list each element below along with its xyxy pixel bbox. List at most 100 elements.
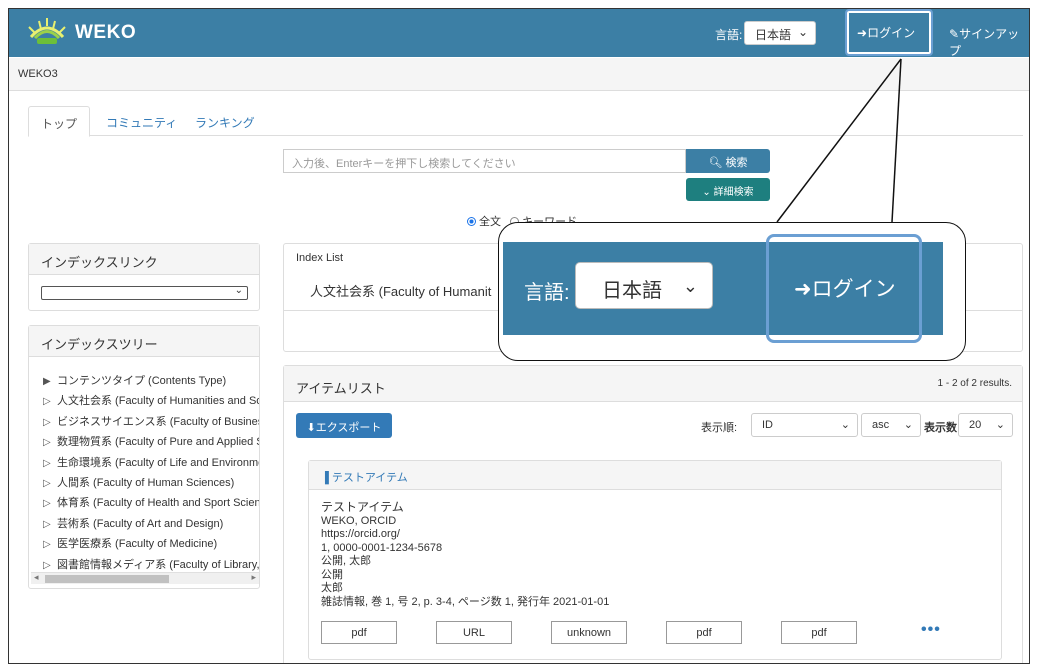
- tree-item[interactable]: ▷ 芸術系 (Faculty of Art and Design): [43, 515, 259, 535]
- file-button-pdf[interactable]: pdf: [781, 621, 857, 644]
- scrollbar-thumb[interactable]: [45, 575, 169, 583]
- zoom-login-label: ➜ログイン: [794, 278, 896, 301]
- tree-item-label: 図書館情報メディア系 (Faculty of Library,: [57, 558, 259, 571]
- tree-item[interactable]: ▷ 医学医療系 (Faculty of Medicine): [43, 535, 259, 555]
- tree-item-label: ビジネスサイエンス系 (Faculty of Busines: [57, 415, 259, 428]
- index-link-panel: インデックスリンク ⌄: [28, 243, 260, 311]
- item-card: ▐ テストアイテム テストアイテム WEKO, ORCID https://or…: [308, 460, 1002, 660]
- chevron-down-icon: ⌄: [840, 419, 850, 431]
- breadcrumb: WEKO3: [9, 58, 1029, 91]
- tree-item[interactable]: ▷ 図書館情報メディア系 (Faculty of Library,: [43, 556, 259, 572]
- chevron-down-icon: ⌄: [797, 25, 808, 39]
- triangle-right-icon[interactable]: ▷: [43, 417, 57, 428]
- item-list-panel: アイテムリスト 1 - 2 of 2 results. ⬇エクスポート 表示順:…: [283, 365, 1023, 663]
- index-link-select[interactable]: ⌄: [41, 285, 248, 300]
- search-button[interactable]: 🔍︎ 検索: [686, 149, 770, 173]
- language-select[interactable]: 日本語 ⌄: [744, 21, 816, 45]
- tree-item-label: 体育系 (Faculty of Health and Sport Scien: [57, 497, 259, 510]
- search-input[interactable]: 入力後、Enterキーを押下し検索してください: [283, 149, 686, 173]
- file-button-pdf[interactable]: pdf: [666, 621, 742, 644]
- download-icon: ⬇: [306, 422, 316, 434]
- login-button[interactable]: ➜ログイン: [857, 24, 915, 41]
- top-header: WEKO 言語: 日本語 ⌄ ➜ログイン ✎サインアップ: [9, 9, 1029, 59]
- triangle-right-icon[interactable]: ▷: [43, 458, 57, 469]
- app-frame: WEKO 言語: 日本語 ⌄ ➜ログイン ✎サインアップ WEKO3 トップ コ…: [8, 8, 1030, 664]
- tab-community[interactable]: コミュニティ: [94, 106, 189, 136]
- triangle-right-icon[interactable]: ▷: [43, 498, 57, 509]
- item-line: 公開: [321, 568, 343, 581]
- tree-item-label: 人文社会系 (Faculty of Humanities and So: [57, 395, 259, 408]
- tree-item[interactable]: ▷ 数理物質系 (Faculty of Pure and Applied S: [43, 433, 259, 453]
- more-icon[interactable]: •••: [921, 621, 941, 639]
- tree-item[interactable]: ▷ ビジネスサイエンス系 (Faculty of Busines: [43, 413, 259, 433]
- main-tabs: トップ コミュニティ ランキング: [28, 106, 1023, 137]
- item-list-title: アイテムリスト: [296, 381, 386, 396]
- tree-item[interactable]: ▶ コンテンツタイプ (Contents Type): [43, 372, 259, 392]
- radio-fulltext[interactable]: [467, 217, 476, 226]
- triangle-right-icon[interactable]: ▷: [43, 560, 57, 571]
- triangle-right-icon[interactable]: ▷: [43, 478, 57, 489]
- file-button-url[interactable]: URL: [436, 621, 512, 644]
- tab-ranking[interactable]: ランキング: [183, 106, 267, 136]
- tree-item-label: 医学医療系 (Faculty of Medicine): [57, 538, 218, 551]
- display-count-label: 表示数: [924, 422, 957, 434]
- triangle-right-icon[interactable]: ▷: [43, 539, 57, 550]
- scroll-left-icon[interactable]: ◂: [34, 572, 39, 583]
- triangle-right-icon[interactable]: ▷: [43, 396, 57, 407]
- tree-item-label: 芸術系 (Faculty of Art and Design): [57, 517, 224, 530]
- chevron-down-icon: ⌄: [682, 276, 698, 296]
- signup-button[interactable]: ✎サインアップ: [949, 25, 1029, 59]
- tree-item[interactable]: ▷ 生命環境系 (Faculty of Life and Environme: [43, 454, 259, 474]
- brand-name[interactable]: WEKO: [75, 22, 136, 44]
- horizontal-scrollbar[interactable]: ◂ ▸: [31, 572, 259, 584]
- tree-item-label: 生命環境系 (Faculty of Life and Environme: [57, 456, 259, 469]
- zoom-language-label: 言語:: [524, 282, 570, 304]
- file-button-pdf[interactable]: pdf: [321, 621, 397, 644]
- scroll-right-icon[interactable]: ▸: [251, 572, 256, 583]
- index-tree: ▶ コンテンツタイプ (Contents Type) ▷ 人文社会系 (Faculty…: [43, 372, 259, 572]
- sort-field-select[interactable]: ID ⌄: [751, 413, 858, 437]
- weko-logo-icon[interactable]: [27, 17, 67, 47]
- index-tree-title: インデックスツリー: [29, 326, 259, 357]
- item-list-header: [284, 366, 1022, 402]
- sort-label: 表示順:: [701, 422, 738, 434]
- item-card-title[interactable]: ▐ テストアイテム: [309, 461, 1001, 490]
- results-count: 1 - 2 of 2 results.: [937, 378, 1012, 389]
- zoom-callout: 言語: 日本語 ⌄ ➜ログイン: [498, 222, 966, 361]
- display-count-select[interactable]: 20 ⌄: [958, 413, 1013, 437]
- item-card-body: テストアイテム WEKO, ORCID https://orcid.org/ 1…: [321, 500, 610, 609]
- login-icon: ➜: [794, 278, 812, 301]
- triangle-right-filled-icon[interactable]: ▶: [43, 376, 57, 387]
- file-button-unknown[interactable]: unknown: [551, 621, 627, 644]
- item-line: WEKO, ORCID: [321, 514, 397, 527]
- tree-item-label: コンテンツタイプ (Contents Type): [57, 375, 227, 387]
- item-line: 太郎: [321, 582, 343, 594]
- zoom-language-select: 日本語 ⌄: [575, 262, 713, 309]
- tab-top[interactable]: トップ: [28, 106, 91, 137]
- breadcrumb-item[interactable]: WEKO3: [18, 68, 58, 80]
- tree-item[interactable]: ▷ 人文社会系 (Faculty of Humanities and So: [43, 392, 259, 412]
- chevron-down-icon: ⌄: [234, 285, 243, 296]
- sort-order-select[interactable]: asc ⌄: [861, 413, 921, 437]
- index-tree-panel: インデックスツリー ▶ コンテンツタイプ (Contents Type) ▷ 人文社会…: [28, 325, 260, 589]
- login-icon: ➜: [857, 26, 868, 40]
- index-list-entry[interactable]: 人文社会系 (Faculty of Humanit: [310, 281, 491, 300]
- item-line: テストアイテム: [321, 500, 404, 514]
- tree-item[interactable]: ▷ 体育系 (Faculty of Health and Sport Scien: [43, 494, 259, 514]
- item-line: 雑誌情報, 巻 1, 号 2, p. 3-4, ページ数 1, 発行年 2021…: [321, 595, 610, 608]
- index-list-title: Index List: [296, 252, 344, 264]
- advanced-search-button[interactable]: ⌄ 詳細検索: [686, 178, 770, 201]
- item-line: 1, 0000-0001-1234-5678: [321, 541, 443, 554]
- triangle-right-icon[interactable]: ▷: [43, 519, 57, 530]
- item-line: https://orcid.org/: [321, 528, 400, 540]
- file-icon: ▐: [321, 472, 329, 484]
- edit-icon: ✎: [949, 27, 960, 41]
- tree-item[interactable]: ▷ 人間系 (Faculty of Human Sciences): [43, 474, 259, 494]
- tree-item-label: 数理物質系 (Faculty of Pure and Applied S: [57, 436, 259, 449]
- chevron-down-icon: ⌄: [903, 419, 913, 431]
- triangle-right-icon[interactable]: ▷: [43, 437, 57, 448]
- export-button[interactable]: ⬇エクスポート: [296, 413, 392, 438]
- language-select-value: 日本語: [755, 28, 792, 42]
- search-icon: 🔍︎: [708, 157, 723, 169]
- language-label: 言語:: [715, 28, 743, 42]
